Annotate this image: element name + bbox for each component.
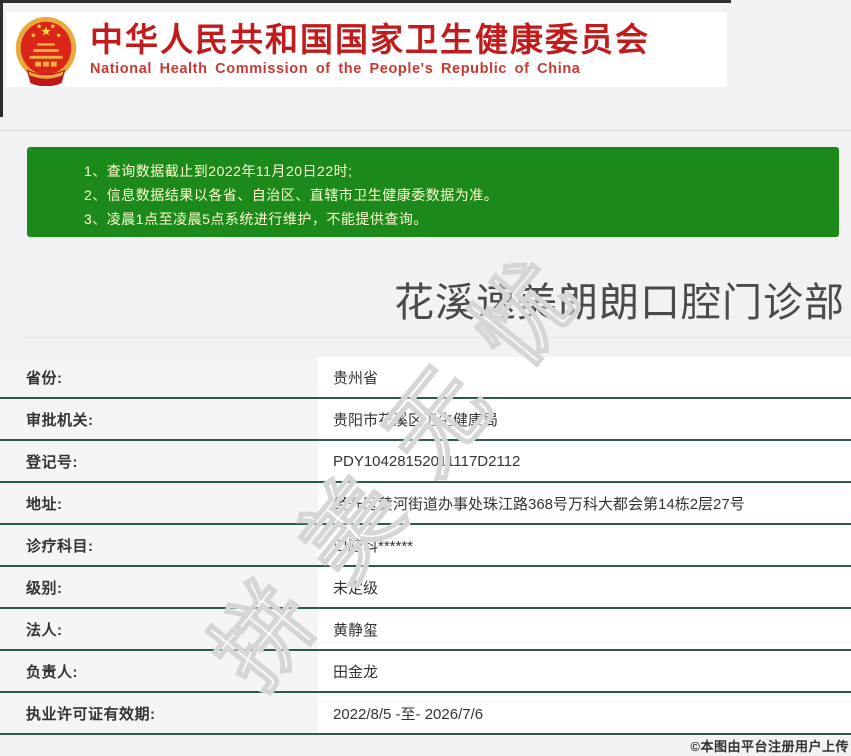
- field-value: 经开区黄河街道办事处珠江路368号万科大都会第14栋2层27号: [318, 483, 851, 523]
- title-underline: [25, 337, 851, 338]
- table-row: 登记号: PDY10428152011117D2112: [0, 441, 851, 483]
- field-label: 省份:: [0, 357, 318, 397]
- field-label: 审批机关:: [0, 399, 318, 439]
- svg-text:★: ★: [56, 32, 62, 39]
- table-row: 法人: 黄静玺: [0, 609, 851, 651]
- table-row: 诊疗科目: 口腔科******: [0, 525, 851, 567]
- screenshot-edge-top: [0, 0, 731, 3]
- field-value: 贵州省: [318, 357, 851, 397]
- field-value: 未定级: [318, 567, 851, 607]
- field-label: 执业许可证有效期:: [0, 693, 318, 733]
- table-row: 级别: 未定级: [0, 567, 851, 609]
- field-label: 级别:: [0, 567, 318, 607]
- table-row: 地址: 经开区黄河街道办事处珠江路368号万科大都会第14栋2层27号: [0, 483, 851, 525]
- field-value: 贵阳市花溪区卫生健康局: [318, 399, 851, 439]
- field-value: 田金龙: [318, 651, 851, 691]
- notice-line-2: 2、信息数据结果以各省、自治区、直辖市卫生健康委数据为准。: [84, 187, 499, 203]
- query-notice-banner: 1、查询数据截止到2022年11月20日22时; 2、信息数据结果以各省、自治区…: [27, 147, 839, 237]
- site-header: ★ ★ ★ ★ ★ 中华人民共和国国家卫生健康委员会 National Heal…: [6, 12, 727, 87]
- china-national-emblem-icon: ★ ★ ★ ★ ★: [15, 16, 77, 86]
- institution-info-table: 省份: 贵州省 审批机关: 贵阳市花溪区卫生健康局 登记号: PDY104281…: [0, 357, 851, 735]
- notice-line-1: 1、查询数据截止到2022年11月20日22时;: [84, 163, 353, 179]
- table-row: 审批机关: 贵阳市花溪区卫生健康局: [0, 399, 851, 441]
- svg-text:★: ★: [36, 23, 42, 30]
- field-value: 黄静玺: [318, 609, 851, 649]
- field-label: 地址:: [0, 483, 318, 523]
- table-row: 执业许可证有效期: 2022/8/5 -至- 2026/7/6: [0, 693, 851, 735]
- upload-credit-watermark: ©本图由平台注册用户上传: [690, 739, 849, 754]
- site-title-english: National Health Commission of the People…: [90, 61, 581, 77]
- screenshot-edge-left: [0, 0, 3, 117]
- svg-text:★: ★: [30, 32, 36, 39]
- svg-text:★: ★: [50, 23, 56, 30]
- header-divider: [0, 130, 851, 131]
- institution-name-title: 花溪速美朗朗口腔门诊部: [394, 281, 845, 325]
- field-value: PDY10428152011117D2112: [318, 441, 851, 481]
- field-label: 法人:: [0, 609, 318, 649]
- field-value: 口腔科******: [318, 525, 851, 565]
- notice-line-3: 3、凌晨1点至凌晨5点系统进行维护，不能提供查询。: [84, 211, 428, 227]
- field-value: 2022/8/5 -至- 2026/7/6: [318, 693, 851, 733]
- field-label: 诊疗科目:: [0, 525, 318, 565]
- table-row: 省份: 贵州省: [0, 357, 851, 399]
- site-title-block: 中华人民共和国国家卫生健康委员会 National Health Commiss…: [90, 21, 650, 78]
- site-title-chinese: 中华人民共和国国家卫生健康委员会: [90, 21, 650, 58]
- field-label: 负责人:: [0, 651, 318, 691]
- table-row: 负责人: 田金龙: [0, 651, 851, 693]
- field-label: 登记号:: [0, 441, 318, 481]
